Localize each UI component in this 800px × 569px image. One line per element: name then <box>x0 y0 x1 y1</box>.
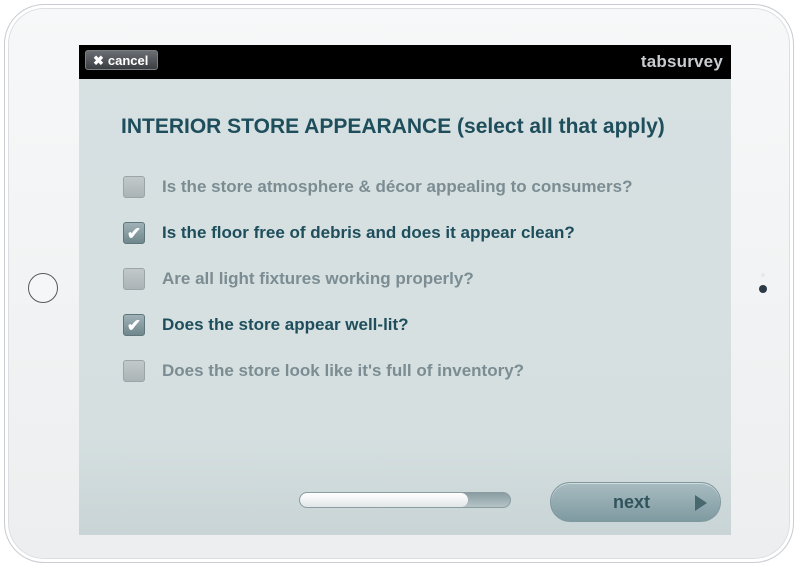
play-arrow-icon <box>695 495 707 511</box>
option-light-fixtures[interactable]: ✔ Are all light fixtures working properl… <box>123 256 723 302</box>
checkbox[interactable]: ✔ <box>123 360 145 382</box>
next-label: next <box>612 491 650 512</box>
checkbox[interactable]: ✔ <box>123 222 145 244</box>
checkmark-icon: ✔ <box>126 315 142 335</box>
options-list: ✔ Is the store atmosphere & décor appeal… <box>123 164 723 394</box>
top-bar: ✖ cancel tabsurvey <box>79 45 731 79</box>
option-atmosphere[interactable]: ✔ Is the store atmosphere & décor appeal… <box>123 164 723 210</box>
option-label: Is the store atmosphere & décor appealin… <box>162 177 633 196</box>
progress-bar <box>299 492 511 508</box>
checkbox[interactable]: ✔ <box>123 176 145 198</box>
question-title: INTERIOR STORE APPEARANCE (select all th… <box>121 115 665 138</box>
progress-fill <box>300 493 468 507</box>
checkbox[interactable]: ✔ <box>123 268 145 290</box>
close-icon: ✖ <box>93 52 104 68</box>
option-label: Is the floor free of debris and does it … <box>162 223 575 242</box>
cancel-button[interactable]: ✖ cancel <box>85 50 159 70</box>
cancel-label: cancel <box>107 52 149 68</box>
checkbox[interactable]: ✔ <box>123 314 145 336</box>
brand-logo: tabsurvey <box>640 52 723 71</box>
option-well-lit[interactable]: ✔ Does the store appear well-lit? <box>123 302 723 348</box>
front-camera <box>759 285 767 293</box>
next-button[interactable]: next <box>550 482 721 522</box>
option-label: Are all light fixtures working properly? <box>162 269 474 288</box>
option-floor-clean[interactable]: ✔ Is the floor free of debris and does i… <box>123 210 723 256</box>
ambient-sensor <box>761 273 765 277</box>
option-label: Does the store look like it's full of in… <box>162 361 525 380</box>
survey-screen: ✖ cancel tabsurvey INTERIOR STORE APPEAR… <box>79 45 731 535</box>
option-inventory[interactable]: ✔ Does the store look like it's full of … <box>123 348 723 394</box>
tablet-frame: ✖ cancel tabsurvey INTERIOR STORE APPEAR… <box>4 4 794 563</box>
home-button[interactable] <box>28 273 58 303</box>
option-label: Does the store appear well-lit? <box>162 315 409 334</box>
checkmark-icon: ✔ <box>126 223 142 243</box>
